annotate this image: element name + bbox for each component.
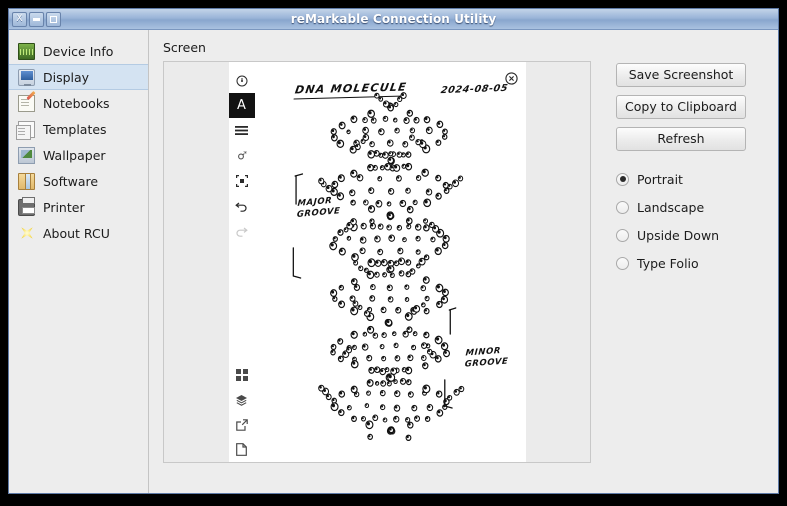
window-maximize-button[interactable] [46,11,61,27]
sidebar-item-label: Notebooks [43,95,110,111]
desktop-background: X reMarkable Connection Utility Device I… [0,0,787,506]
sidebar-item-notebooks[interactable]: Notebooks [9,90,148,116]
window-minimize-button[interactable] [29,11,44,27]
device-page: DNA MOLECULE 2024-08-05 MAJOR GROOVE MIN… [254,62,526,462]
sidebar-item-printer[interactable]: Printer [9,194,148,220]
radio-label: Type Folio [637,255,699,271]
minimize-icon [33,17,40,21]
save-screenshot-button[interactable]: Save Screenshot [616,63,746,87]
screen-controls-panel: Save Screenshot Copy to Clipboard Refres… [591,61,768,493]
minor-groove-annotation: MINOR GROOVE [464,345,509,371]
application-window: X reMarkable Connection Utility Device I… [8,8,779,494]
sidebar-item-label: Display [43,69,90,85]
major-groove-annotation: MAJOR GROOVE [296,195,341,222]
device-screen-preview: A DNA MOLECULE 2024-08-05 MAJOR GROOVE M… [228,62,526,462]
sidebar-navigation: Device Info Display Notebooks Templates … [9,30,149,493]
radio-label: Landscape [637,199,705,215]
window-close-button[interactable]: X [12,11,27,27]
radio-indicator [616,200,629,214]
radio-option-upside-down[interactable]: Upside Down [616,221,768,249]
sidebar-item-display[interactable]: Display [9,64,148,90]
radio-option-type-folio[interactable]: Type Folio [616,249,768,277]
templates-pages-icon [16,120,35,140]
about-star-icon [18,225,35,242]
sidebar-item-wallpaper[interactable]: Wallpaper [9,142,148,168]
wallpaper-icon [18,146,35,164]
text-tool-icon[interactable]: A [228,93,255,118]
share-export-icon[interactable] [229,412,255,437]
window-title: reMarkable Connection Utility [290,12,497,26]
radio-indicator [616,228,629,242]
device-info-icon [18,42,35,60]
radio-indicator [616,172,629,186]
sidebar-item-label: About RCU [43,225,110,241]
window-controls: X [12,11,61,27]
radio-option-landscape[interactable]: Landscape [616,193,768,221]
new-page-icon[interactable] [229,437,255,462]
eraser-icon[interactable] [229,143,255,168]
main-content: Screen A DNA MOLECULE 2024-08-05 MAJOR G… [149,30,778,493]
notebook-pencil-icon [18,94,35,112]
copy-to-clipboard-button[interactable]: Copy to Clipboard [616,95,746,119]
window-body: Device Info Display Notebooks Templates … [9,30,778,493]
sidebar-item-label: Wallpaper [43,147,106,163]
device-toolbar: A [228,62,255,462]
layers-lines-icon[interactable] [229,118,255,143]
sidebar-item-templates[interactable]: Templates [9,116,148,142]
grid-view-icon[interactable] [229,362,255,387]
screen-preview-frame: A DNA MOLECULE 2024-08-05 MAJOR GROOVE M… [163,61,591,463]
display-monitor-icon [18,68,35,86]
orientation-radio-group: Portrait Landscape Upside Down Type Foli… [616,165,768,277]
sidebar-item-software[interactable]: Software [9,168,148,194]
refresh-button[interactable]: Refresh [616,127,746,151]
radio-label: Portrait [637,171,683,187]
undo-icon[interactable] [229,193,255,218]
software-book-icon [18,172,35,190]
sidebar-item-about-rcu[interactable]: About RCU [9,220,148,246]
sidebar-item-device-info[interactable]: Device Info [9,38,148,64]
screen-section-label: Screen [163,40,206,55]
history-clock-icon[interactable] [229,68,255,93]
layers-stack-icon[interactable] [229,387,255,412]
redo-icon[interactable] [229,218,255,243]
radio-label: Upside Down [637,227,720,243]
dna-molecule-drawing [292,92,464,442]
window-titlebar: X reMarkable Connection Utility [9,9,778,30]
radio-option-portrait[interactable]: Portrait [616,165,768,193]
close-icon: X [16,13,23,24]
sidebar-item-label: Device Info [43,43,114,59]
sidebar-item-label: Software [43,173,99,189]
maximize-icon [50,15,57,23]
selection-icon[interactable] [229,168,255,193]
radio-indicator [616,256,629,270]
printer-icon [18,196,35,216]
sidebar-item-label: Printer [43,199,85,215]
sidebar-item-label: Templates [43,121,107,137]
screen-row: A DNA MOLECULE 2024-08-05 MAJOR GROOVE M… [163,61,768,493]
